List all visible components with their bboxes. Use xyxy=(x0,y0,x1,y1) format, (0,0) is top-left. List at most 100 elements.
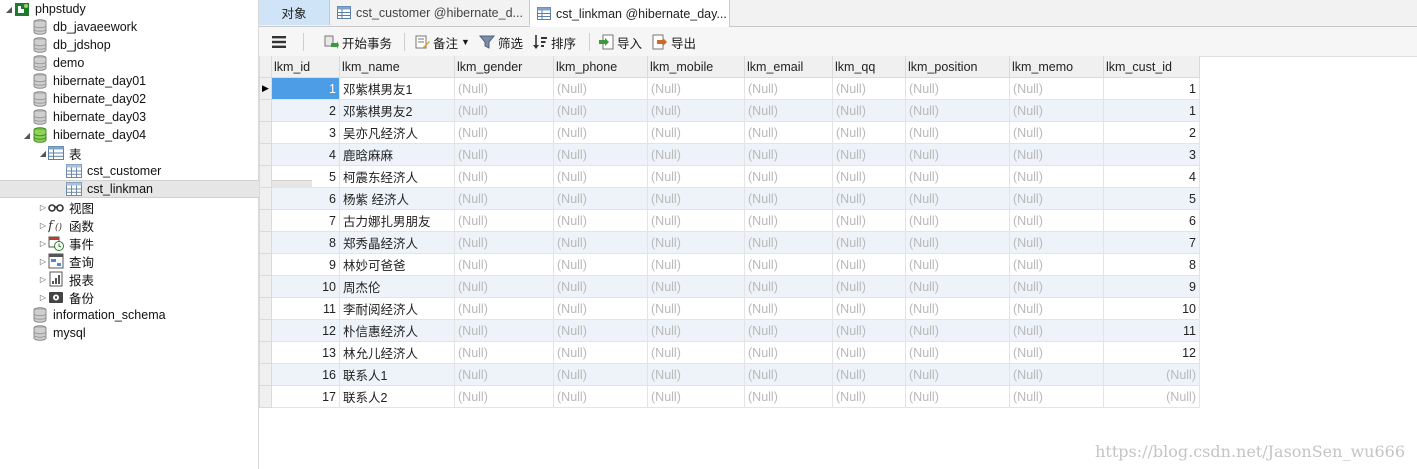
cell-lkm-gender[interactable]: (Null) xyxy=(454,253,554,276)
table-row[interactable]: 12 朴信惠经济人 (Null) (Null) (Null) (Null) (Null) (N… xyxy=(259,319,1200,342)
data-grid[interactable]: lkm_id lkm_name lkm_gender lkm_phone lkm_mob… xyxy=(259,56,1200,408)
row-header[interactable] xyxy=(259,99,272,122)
cell-lkm-mobile[interactable]: (Null) xyxy=(647,77,745,100)
cell-lkm-gender[interactable]: (Null) xyxy=(454,77,554,100)
cell-lkm-gender[interactable]: (Null) xyxy=(454,231,554,254)
cell-lkm-qq[interactable]: (Null) xyxy=(832,297,906,320)
cell-lkm-memo[interactable]: (Null) xyxy=(1009,319,1104,342)
cell-lkm-name[interactable]: 联系人2 xyxy=(339,385,455,408)
cell-lkm-email[interactable]: (Null) xyxy=(744,319,833,342)
sort-button[interactable]: 排序 xyxy=(532,32,576,52)
sidebar-item-hibernate-day04[interactable]: ◢ hibernate_day04 xyxy=(0,126,278,144)
cell-lkm-name[interactable]: 周杰伦 xyxy=(339,275,455,298)
cell-lkm-memo[interactable]: (Null) xyxy=(1009,121,1104,144)
cell-lkm-memo[interactable]: (Null) xyxy=(1009,275,1104,298)
cell-lkm-memo[interactable]: (Null) xyxy=(1009,187,1104,210)
sidebar-item-backup[interactable]: ▷ 备份 xyxy=(0,288,294,306)
cell-lkm-email[interactable]: (Null) xyxy=(744,253,833,276)
cell-lkm-memo[interactable]: (Null) xyxy=(1009,363,1104,386)
cell-lkm-position[interactable]: (Null) xyxy=(905,253,1010,276)
cell-lkm-email[interactable]: (Null) xyxy=(744,121,833,144)
cell-lkm-email[interactable]: (Null) xyxy=(744,77,833,100)
cell-lkm-qq[interactable]: (Null) xyxy=(832,77,906,100)
sidebar-item-query[interactable]: ▷ 查询 xyxy=(0,252,294,270)
cell-lkm-name[interactable]: 邓紫棋男友2 xyxy=(339,99,455,122)
cell-lkm-email[interactable]: (Null) xyxy=(744,99,833,122)
tab-cst-linkman[interactable]: cst_linkman @hibernate_day... xyxy=(530,0,730,27)
sidebar-item-hibernate-day01[interactable]: hibernate_day01 xyxy=(0,72,278,90)
cell-lkm-name[interactable]: 李耐阅经济人 xyxy=(339,297,455,320)
cell-lkm-position[interactable]: (Null) xyxy=(905,363,1010,386)
column-header-lkm-phone[interactable]: lkm_phone xyxy=(553,56,648,78)
cell-lkm-mobile[interactable]: (Null) xyxy=(647,275,745,298)
table-row[interactable]: 6 杨紫 经济人 (Null) (Null) (Null) (Null) (Null) (Nu… xyxy=(259,187,1200,210)
cell-lkm-id[interactable]: 8 xyxy=(271,231,340,254)
cell-lkm-name[interactable]: 邓紫棋男友1 xyxy=(339,77,455,100)
table-row[interactable]: 16 联系人1 (Null) (Null) (Null) (Null) (Null) (Nul… xyxy=(259,363,1200,386)
cell-lkm-id[interactable]: 9 xyxy=(271,253,340,276)
cell-lkm-phone[interactable]: (Null) xyxy=(553,385,648,408)
sidebar-item-report[interactable]: ▷ 报表 xyxy=(0,270,294,288)
table-row[interactable]: ▶ 1 邓紫棋男友1 (Null) (Null) (Null) (Null) (Null) (N… xyxy=(259,77,1200,100)
cell-lkm-gender[interactable]: (Null) xyxy=(454,165,554,188)
connection-tree[interactable]: ◢ phpstudy db_javaeework db_jdshop demo hiber… xyxy=(0,0,312,469)
cell-lkm-cust-id[interactable]: 1 xyxy=(1103,99,1200,122)
cell-lkm-email[interactable]: (Null) xyxy=(744,363,833,386)
cell-lkm-phone[interactable]: (Null) xyxy=(553,165,648,188)
cell-lkm-name[interactable]: 杨紫 经济人 xyxy=(339,187,455,210)
current-row-indicator[interactable]: ▶ xyxy=(259,77,272,100)
cell-lkm-cust-id[interactable]: 12 xyxy=(1103,341,1200,364)
cell-lkm-name[interactable]: 吴亦凡经济人 xyxy=(339,121,455,144)
cell-lkm-position[interactable]: (Null) xyxy=(905,143,1010,166)
cell-lkm-position[interactable]: (Null) xyxy=(905,297,1010,320)
cell-lkm-position[interactable]: (Null) xyxy=(905,275,1010,298)
cell-lkm-email[interactable]: (Null) xyxy=(744,341,833,364)
row-header[interactable] xyxy=(259,275,272,298)
cell-lkm-name[interactable]: 郑秀晶经济人 xyxy=(339,231,455,254)
cell-lkm-position[interactable]: (Null) xyxy=(905,165,1010,188)
cell-lkm-phone[interactable]: (Null) xyxy=(553,187,648,210)
cell-lkm-cust-id[interactable]: 11 xyxy=(1103,319,1200,342)
cell-lkm-qq[interactable]: (Null) xyxy=(832,209,906,232)
cell-lkm-cust-id[interactable]: 1 xyxy=(1103,77,1200,100)
cell-lkm-position[interactable]: (Null) xyxy=(905,385,1010,408)
cell-lkm-email[interactable]: (Null) xyxy=(744,187,833,210)
cell-lkm-name[interactable]: 林允儿经济人 xyxy=(339,341,455,364)
cell-lkm-memo[interactable]: (Null) xyxy=(1009,209,1104,232)
cell-lkm-mobile[interactable]: (Null) xyxy=(647,297,745,320)
data-table[interactable]: lkm_id lkm_name lkm_gender lkm_phone lkm_mob… xyxy=(259,56,1200,408)
collapsed-arrow-icon[interactable]: ▷ xyxy=(38,257,48,266)
cell-lkm-memo[interactable]: (Null) xyxy=(1009,165,1104,188)
cell-lkm-qq[interactable]: (Null) xyxy=(832,385,906,408)
column-header-lkm-memo[interactable]: lkm_memo xyxy=(1009,56,1104,78)
sidebar-item-event[interactable]: ▷ 事件 xyxy=(0,234,294,252)
cell-lkm-cust-id[interactable]: 7 xyxy=(1103,231,1200,254)
cell-lkm-id[interactable]: 3 xyxy=(271,121,340,144)
cell-lkm-cust-id[interactable]: (Null) xyxy=(1103,363,1200,386)
sidebar-item-phpstudy[interactable]: ◢ phpstudy xyxy=(0,0,260,18)
cell-lkm-qq[interactable]: (Null) xyxy=(832,121,906,144)
cell-lkm-name[interactable]: 柯震东经济人 xyxy=(339,165,455,188)
cell-lkm-cust-id[interactable]: 3 xyxy=(1103,143,1200,166)
cell-lkm-id[interactable]: 16 xyxy=(271,363,340,386)
cell-lkm-qq[interactable]: (Null) xyxy=(832,253,906,276)
cell-lkm-position[interactable]: (Null) xyxy=(905,121,1010,144)
cell-lkm-mobile[interactable]: (Null) xyxy=(647,231,745,254)
cell-lkm-id[interactable]: 13 xyxy=(271,341,340,364)
cell-lkm-email[interactable]: (Null) xyxy=(744,165,833,188)
cell-lkm-gender[interactable]: (Null) xyxy=(454,363,554,386)
cell-lkm-id[interactable]: 2 xyxy=(271,99,340,122)
column-header-lkm-cust-id[interactable]: lkm_cust_id xyxy=(1103,56,1200,78)
filter-button[interactable]: 筛选 xyxy=(479,32,523,52)
cell-lkm-id[interactable]: 11 xyxy=(271,297,340,320)
row-header[interactable] xyxy=(259,363,272,386)
cell-lkm-mobile[interactable]: (Null) xyxy=(647,363,745,386)
cell-lkm-name[interactable]: 朴信惠经济人 xyxy=(339,319,455,342)
cell-lkm-memo[interactable]: (Null) xyxy=(1009,253,1104,276)
cell-lkm-id[interactable]: 7 xyxy=(271,209,340,232)
table-row[interactable]: 3 吴亦凡经济人 (Null) (Null) (Null) (Null) (Null) (Nu… xyxy=(259,121,1200,144)
column-header-lkm-qq[interactable]: lkm_qq xyxy=(832,56,906,78)
cell-lkm-email[interactable]: (Null) xyxy=(744,275,833,298)
sidebar-item-hibernate-day02[interactable]: hibernate_day02 xyxy=(0,90,278,108)
cell-lkm-mobile[interactable]: (Null) xyxy=(647,341,745,364)
